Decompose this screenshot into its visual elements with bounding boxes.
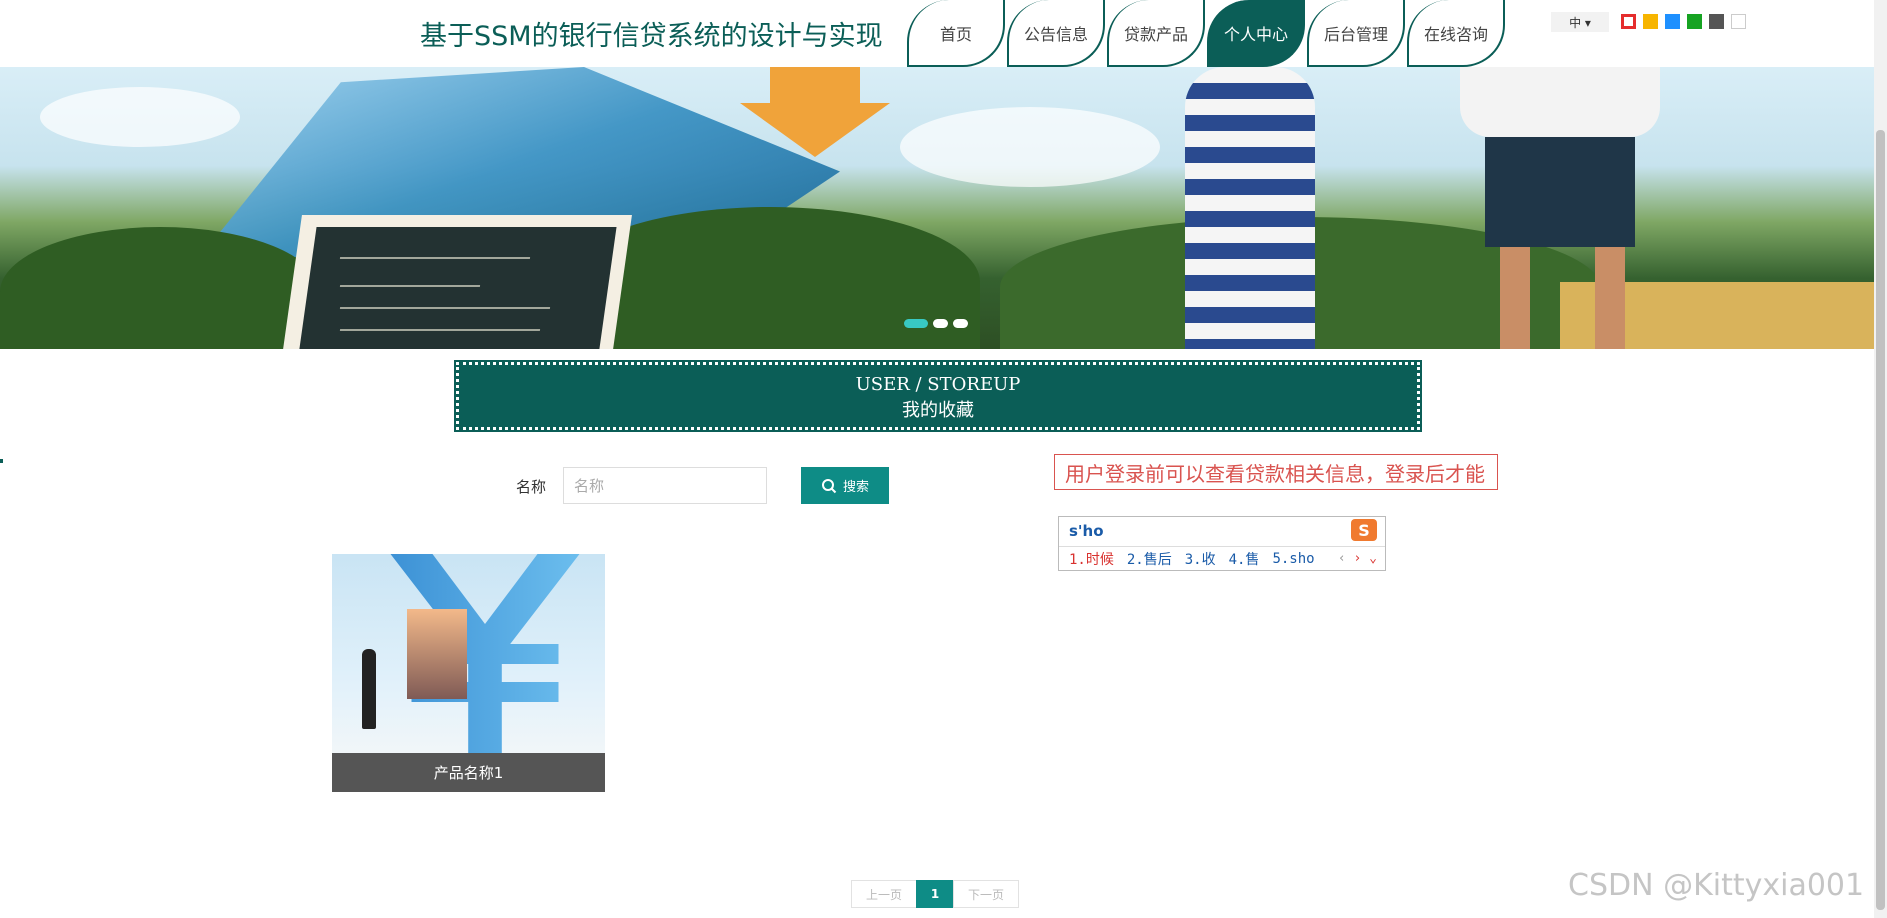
pagination-prev[interactable]: 上一页 <box>851 880 917 908</box>
ime-expand-icon[interactable]: ⌄ <box>1369 551 1377 566</box>
theme-swatch-gray[interactable] <box>1709 14 1724 29</box>
ime-next-icon[interactable]: › <box>1354 551 1362 566</box>
ime-candidate-window: s'ho S 1.时候 2.售后 3.收 4.售 5.sho ‹ › ⌄ <box>1058 516 1386 571</box>
banner-woman <box>1185 67 1315 349</box>
notice-marquee: 用户登录前可以查看贷款相关信息，登录后才能 <box>1054 454 1498 490</box>
banner-cloud <box>40 87 240 147</box>
banner-cloud <box>900 107 1160 187</box>
ime-candidate[interactable]: 5.sho <box>1272 551 1314 567</box>
banner-man-leg <box>1595 247 1625 349</box>
nav-tab-home[interactable]: 首页 <box>907 0 1005 67</box>
nav-tab-admin[interactable]: 后台管理 <box>1307 0 1405 67</box>
ime-candidate-row: 1.时候 2.售后 3.收 4.售 5.sho ‹ › ⌄ <box>1059 546 1385 570</box>
section-title-en: USER / STOREUP <box>855 374 1021 395</box>
scrollbar-thumb[interactable] <box>1876 130 1885 910</box>
main-nav: 首页 公告信息 贷款产品 个人中心 后台管理 在线咨询 <box>907 0 1507 67</box>
pagination: 上一页 1 下一页 <box>851 880 1019 908</box>
banner-man-leg <box>1500 247 1530 349</box>
carousel-dot[interactable] <box>933 319 948 328</box>
banner-man-shirt <box>1460 67 1660 137</box>
section-title-cn: 我的收藏 <box>902 400 974 421</box>
watermark: CSDN @Kittyxia001 <box>1568 868 1865 903</box>
search-icon <box>821 478 837 493</box>
search-button[interactable]: 搜索 <box>801 467 889 504</box>
ime-composition-text: s'ho <box>1069 522 1104 540</box>
theme-swatch-yellow[interactable] <box>1643 14 1658 29</box>
nav-tab-loan-products[interactable]: 贷款产品 <box>1107 0 1205 67</box>
product-name: 产品名称1 <box>332 753 605 792</box>
ime-candidate[interactable]: 2.售后 <box>1127 549 1172 569</box>
header: 基于SSM的银行信贷系统的设计与实现 首页 公告信息 贷款产品 个人中心 后台管… <box>0 0 1874 67</box>
city-skyline-graphic <box>407 609 467 699</box>
ime-candidate[interactable]: 3.收 <box>1185 549 1216 569</box>
product-image <box>332 554 605 753</box>
section-header: USER / STOREUP 我的收藏 <box>454 360 1422 432</box>
nav-tab-announcements[interactable]: 公告信息 <box>1007 0 1105 67</box>
ime-candidate[interactable]: 1.时候 <box>1069 549 1114 569</box>
banner-man-shorts <box>1485 137 1635 247</box>
left-edge-marker <box>0 459 3 463</box>
banner-trees <box>0 227 320 349</box>
search-name-input[interactable] <box>563 467 767 504</box>
ime-candidate[interactable]: 4.售 <box>1229 549 1260 569</box>
carousel-dot[interactable] <box>953 319 968 328</box>
product-card[interactable]: 产品名称1 <box>332 554 605 792</box>
site-title: 基于SSM的银行信贷系统的设计与实现 <box>420 21 883 52</box>
ime-logo-icon: S <box>1351 519 1377 541</box>
theme-color-picker <box>1621 14 1753 29</box>
banner-chalk-text <box>339 257 531 259</box>
banner-chalk-text <box>339 307 551 309</box>
ime-page-nav: ‹ › ⌄ <box>1338 551 1377 566</box>
nav-tab-online-consult[interactable]: 在线咨询 <box>1407 0 1505 67</box>
banner-chalk-text <box>339 329 541 331</box>
search-button-label: 搜索 <box>842 480 869 495</box>
theme-swatch-white[interactable] <box>1731 14 1746 29</box>
pagination-page-current[interactable]: 1 <box>916 880 954 908</box>
language-select[interactable]: 中 ▾ <box>1551 12 1609 32</box>
ime-prev-icon[interactable]: ‹ <box>1338 551 1346 566</box>
search-label: 名称 <box>516 478 547 496</box>
theme-swatch-red[interactable] <box>1621 14 1636 29</box>
pagination-next[interactable]: 下一页 <box>953 880 1019 908</box>
theme-swatch-green[interactable] <box>1687 14 1702 29</box>
page-scrollbar[interactable] <box>1874 0 1887 918</box>
banner-carousel <box>0 67 1874 349</box>
nav-tab-personal-center[interactable]: 个人中心 <box>1207 0 1305 67</box>
carousel-dot[interactable] <box>904 319 928 328</box>
banner-chalk-text <box>339 285 481 287</box>
notice-text: 用户登录前可以查看贷款相关信息，登录后才能 <box>1065 461 1485 486</box>
businessman-graphic <box>362 649 376 729</box>
carousel-dots <box>904 319 973 328</box>
theme-swatch-blue[interactable] <box>1665 14 1680 29</box>
